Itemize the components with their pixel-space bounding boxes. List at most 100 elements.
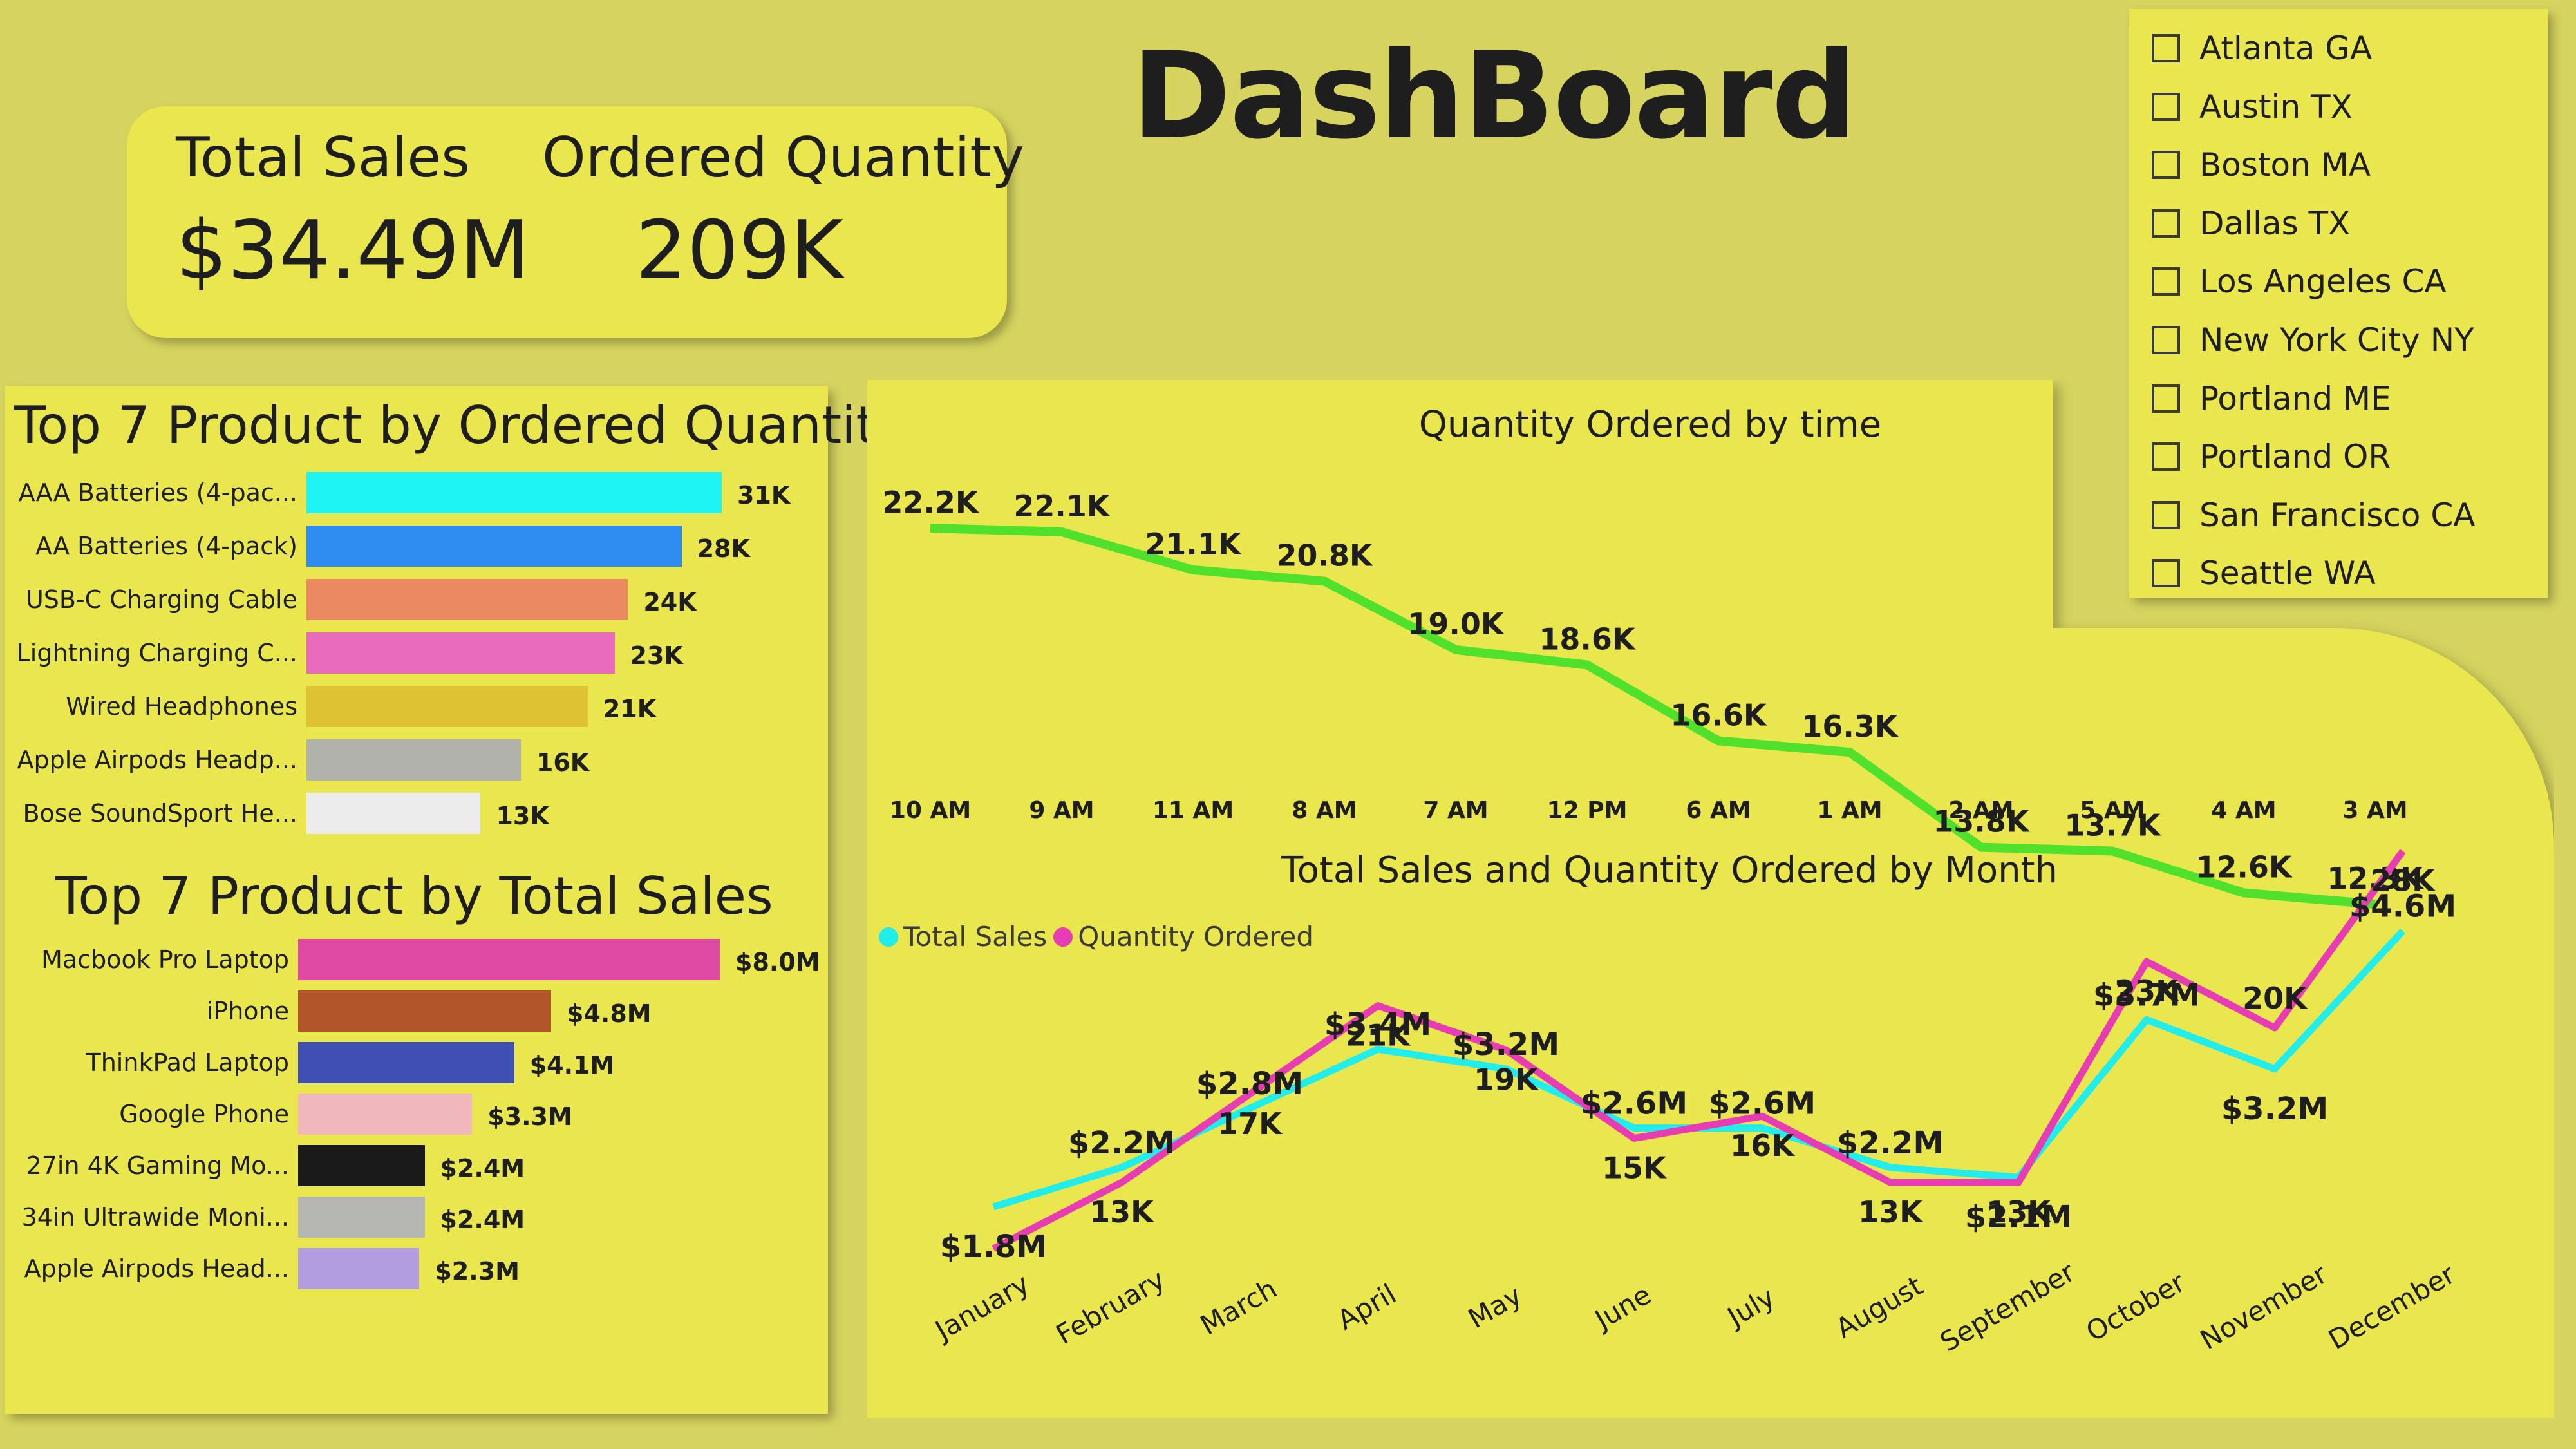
sales-point-label: $2.2M bbox=[1068, 1125, 1175, 1161]
bar-value-label: 24K bbox=[643, 588, 697, 616]
bar[interactable] bbox=[306, 472, 722, 513]
sales-point-label: $2.2M bbox=[1837, 1125, 1944, 1161]
bar-label: USB-C Charging Cable bbox=[25, 585, 297, 614]
quantity-point-label: 21K bbox=[1346, 1018, 1411, 1053]
bar-value-label: $4.1M bbox=[529, 1051, 615, 1079]
bar[interactable] bbox=[306, 739, 521, 781]
sales-point-label: $1.8M bbox=[940, 1229, 1047, 1265]
x-tick-label: 3 AM bbox=[2342, 797, 2407, 824]
legend-dot-quantity bbox=[1053, 927, 1073, 947]
bar-label: Google Phone bbox=[119, 1100, 289, 1128]
point-label: 19.0K bbox=[1407, 607, 1505, 641]
quantity-point-label: 17K bbox=[1217, 1106, 1283, 1141]
bar-label: Macbook Pro Laptop bbox=[41, 945, 289, 974]
top-products-panel: Top 7 Product by Ordered Quantity AAA Ba… bbox=[5, 386, 907, 1414]
bar[interactable] bbox=[298, 1145, 425, 1186]
checkbox[interactable] bbox=[2152, 267, 2180, 296]
bar-value-label: $2.3M bbox=[435, 1257, 520, 1285]
sales-point-label: $2.6M bbox=[1709, 1086, 1816, 1122]
x-tick-label: 5 AM bbox=[2080, 797, 2145, 824]
city-option[interactable]: Atlanta GA bbox=[2152, 19, 2372, 77]
point-label: 22.2K bbox=[882, 485, 979, 520]
sales-point-label: $3.2M bbox=[2221, 1091, 2328, 1127]
checkbox[interactable] bbox=[2152, 34, 2180, 62]
bar-label: 27in 4K Gaming Mo... bbox=[26, 1151, 289, 1180]
city-option[interactable]: Austin TX bbox=[2152, 78, 2353, 136]
bar[interactable] bbox=[298, 1248, 420, 1289]
city-option-label: Atlanta GA bbox=[2199, 30, 2373, 67]
checkbox[interactable] bbox=[2152, 326, 2180, 354]
bar[interactable] bbox=[306, 632, 615, 674]
x-tick-label: 9 AM bbox=[1029, 797, 1094, 824]
ordered-quantity-value: 209K bbox=[635, 203, 844, 298]
x-tick-label: 11 AM bbox=[1152, 797, 1234, 824]
bar[interactable] bbox=[298, 990, 551, 1032]
bar-label: 34in Ultrawide Moni... bbox=[21, 1203, 289, 1231]
bar-label: Bose SoundSport He... bbox=[23, 799, 297, 828]
bar[interactable] bbox=[298, 1042, 514, 1083]
x-tick-label: 2 AM bbox=[1948, 797, 2013, 824]
quantity-point-label: 16K bbox=[1730, 1128, 1796, 1163]
x-tick-label: 10 AM bbox=[890, 797, 971, 824]
x-tick-label: 1 AM bbox=[1817, 797, 1882, 824]
bar-label: Wired Headphones bbox=[66, 692, 297, 721]
quantity-point-label: 13K bbox=[1089, 1195, 1155, 1229]
bar-value-label: $4.8M bbox=[567, 999, 652, 1028]
city-option[interactable]: Boston MA bbox=[2152, 136, 2371, 194]
kpi-card: Total Sales $34.49M Ordered Quantity 209… bbox=[127, 106, 1024, 338]
bar[interactable] bbox=[306, 793, 481, 834]
city-option-label: Austin TX bbox=[2199, 88, 2353, 126]
city-option[interactable]: Dallas TX bbox=[2152, 194, 2350, 252]
x-tick-label: 4 AM bbox=[2211, 797, 2276, 824]
bar-label: AA Batteries (4-pack) bbox=[35, 532, 297, 560]
bar[interactable] bbox=[306, 686, 588, 727]
bar-value-label: 31K bbox=[737, 481, 791, 509]
x-tick-label: 12 PM bbox=[1547, 797, 1628, 824]
checkbox[interactable] bbox=[2152, 209, 2180, 238]
total-sales-value: $34.49M bbox=[176, 203, 530, 298]
bar[interactable] bbox=[298, 1094, 473, 1135]
bar-value-label: 21K bbox=[603, 695, 657, 723]
bar-label: Apple Airpods Head... bbox=[24, 1255, 289, 1283]
legend-quantity-ordered: Quantity Ordered bbox=[1078, 921, 1314, 952]
sales-point-label: $2.8M bbox=[1196, 1066, 1303, 1102]
bar-value-label: 16K bbox=[536, 748, 590, 777]
bar-value-label: 28K bbox=[697, 535, 750, 563]
bar-label: Apple Airpods Headp... bbox=[17, 746, 297, 774]
bar-value-label: $8.0M bbox=[735, 948, 820, 976]
checkbox[interactable] bbox=[2152, 151, 2180, 180]
point-label: 16.3K bbox=[1801, 709, 1899, 744]
city-option[interactable]: Los Angeles CA bbox=[2152, 252, 2447, 310]
checkbox[interactable] bbox=[2152, 92, 2180, 121]
sales-point-label: $3.2M bbox=[1453, 1027, 1559, 1063]
bar-value-label: 23K bbox=[630, 641, 683, 670]
top-sales-title: Top 7 Product by Total Sales bbox=[55, 866, 773, 926]
city-option-label: Boston MA bbox=[2199, 146, 2371, 184]
bar[interactable] bbox=[306, 579, 628, 620]
bar-value-label: $2.4M bbox=[440, 1154, 525, 1182]
month-chart-legend: Total Sales Quantity Ordered bbox=[879, 921, 1313, 952]
city-option-label: Los Angeles CA bbox=[2199, 263, 2447, 301]
point-label: 16.6K bbox=[1670, 697, 1767, 732]
bar-label: Lightning Charging C... bbox=[16, 639, 297, 667]
point-label: 22.1K bbox=[1013, 489, 1111, 524]
quantity-point-label: 28K bbox=[2371, 864, 2436, 898]
sales-point-label: $2.6M bbox=[1581, 1086, 1688, 1122]
point-label: 12.6K bbox=[2195, 849, 2293, 884]
bar[interactable] bbox=[298, 939, 720, 980]
x-tick-label: 6 AM bbox=[1686, 797, 1751, 824]
line-charts-svg: Quantity Ordered by time Total Sales and… bbox=[867, 380, 2554, 1418]
bar[interactable] bbox=[306, 526, 682, 567]
month-chart-title: Total Sales and Quantity Ordered by Mont… bbox=[1281, 849, 2058, 891]
quantity-point-label: 13K bbox=[1986, 1195, 2052, 1229]
city-option[interactable]: New York City NY bbox=[2152, 311, 2474, 369]
time-chart-title: Quantity Ordered by time bbox=[1419, 404, 1882, 446]
city-option-label: New York City NY bbox=[2199, 321, 2474, 359]
quantity-point-label: 19K bbox=[1474, 1062, 1539, 1097]
top-qty-title: Top 7 Product by Ordered Quantity bbox=[14, 395, 907, 455]
ordered-quantity-label: Ordered Quantity bbox=[542, 126, 1024, 190]
bar-value-label: $2.4M bbox=[440, 1206, 525, 1234]
point-label: 20.8K bbox=[1276, 538, 1373, 573]
legend-dot-total-sales bbox=[879, 927, 898, 947]
bar[interactable] bbox=[298, 1197, 425, 1238]
